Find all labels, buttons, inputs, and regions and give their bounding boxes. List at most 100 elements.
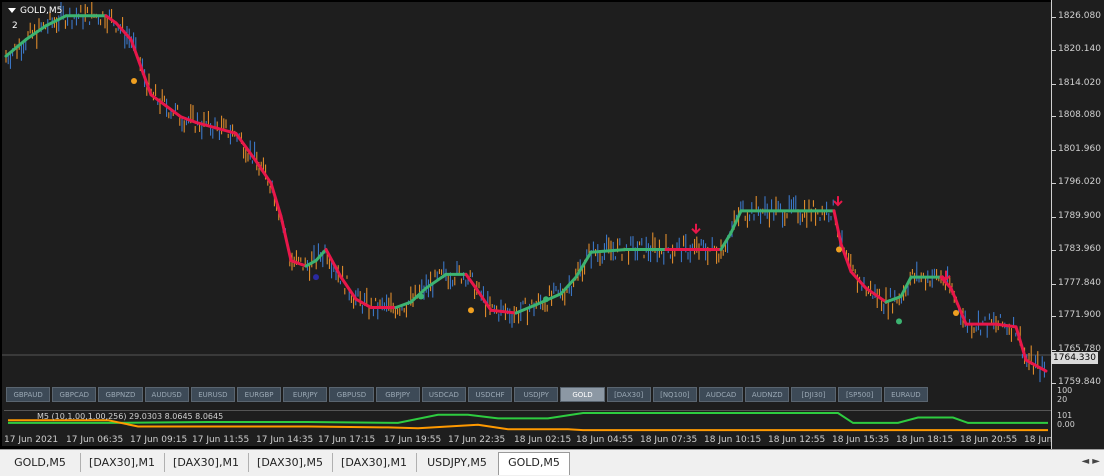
- indicator-scale-label: 20: [1057, 395, 1068, 404]
- price-tick: [1052, 49, 1056, 51]
- price-label: 1777.840: [1058, 277, 1101, 288]
- sell-arrow-icon: [833, 196, 843, 207]
- tab-scroll-arrows-icon[interactable]: ◄ ►: [1081, 456, 1100, 467]
- price-bars: [5, 2, 1045, 383]
- sub-label: 2: [12, 21, 18, 31]
- symbol-button-audcad[interactable]: AUDCAD: [699, 387, 744, 402]
- signal-dot: [543, 296, 549, 303]
- time-label: 17 Jun 22:35: [448, 435, 506, 445]
- price-axis: 1826.080 1820.140 1814.020 1808.080 1801.960…: [1051, 0, 1104, 449]
- downtrend-segment: [994, 322, 1018, 329]
- price-label: 1814.020: [1058, 77, 1101, 88]
- downtrend-segment: [839, 242, 853, 274]
- downtrend-segment: [279, 214, 293, 263]
- time-label: 18 Jun 15:35: [832, 435, 890, 445]
- indicator-scale-label: 100: [1057, 386, 1073, 395]
- symbol-button-gbpusd[interactable]: GBPUSD: [329, 387, 374, 402]
- indicator-label: M5 (10,1.00,1.00,256) 29.0303 8.0645 8.0…: [37, 412, 224, 421]
- current-price-badge: 1764.330: [1051, 352, 1098, 365]
- time-label: 18 Jun 10:15: [704, 435, 762, 445]
- tab-dax30m1[interactable]: [DAX30],M1: [164, 453, 249, 472]
- symbol-button-gbpcad[interactable]: GBPCAD: [52, 387, 97, 402]
- chart-title-text: GOLD,M5: [20, 6, 63, 16]
- tab-usdjpym5[interactable]: USDJPY,M5: [416, 453, 499, 472]
- tab-dax30m1[interactable]: [DAX30],M1: [80, 453, 165, 472]
- price-tick: [1052, 83, 1056, 85]
- price-tick: [1052, 17, 1056, 18]
- symbol-button-nq100[interactable]: [NQ100]: [652, 387, 697, 402]
- signal-dot: [836, 246, 842, 253]
- time-label: 17 Jun 11:55: [192, 435, 250, 445]
- sell-arrow-icon: [691, 223, 701, 235]
- uptrend-segment: [24, 24, 48, 42]
- symbol-button-sp500[interactable]: [SP500]: [837, 387, 882, 402]
- indicator-scale-label: 101: [1057, 411, 1073, 420]
- signal-dot: [131, 77, 137, 84]
- price-label: 1820.140: [1058, 43, 1101, 54]
- signal-marks: [131, 77, 959, 325]
- signal-dot: [468, 307, 474, 314]
- symbol-button-gbpaud[interactable]: GBPAUD: [6, 387, 51, 402]
- time-label: 18 Jun 20:55: [960, 435, 1018, 445]
- chart-window: GOLD,M5 2 GBPAUD GBPCAD GBPNZD AUDUSD EURUSD…: [0, 0, 1104, 449]
- time-label: 17 Jun 19:55: [384, 435, 442, 445]
- time-label: 18 Jun 12:55: [768, 435, 826, 445]
- uptrend-segment: [589, 248, 628, 254]
- price-label: 1796.020: [1058, 177, 1101, 188]
- price-tick: [1052, 350, 1056, 352]
- symbol-button-eurgbp[interactable]: EURGBP: [237, 387, 282, 402]
- uptrend-segment: [44, 14, 68, 28]
- chart-frame[interactable]: GOLD,M5 2 GBPAUD GBPCAD GBPNZD AUDUSD EURUSD…: [2, 2, 1081, 449]
- tab-dax30m5[interactable]: [DAX30],M5: [248, 453, 333, 472]
- symbol-button-audnzd[interactable]: AUDNZD: [745, 387, 790, 402]
- time-label: 17 Jun 14:35: [256, 435, 314, 445]
- price-label: 1801.960: [1058, 144, 1101, 155]
- downtrend-segment: [324, 248, 343, 279]
- time-label: 17 Jun 2021: [4, 435, 59, 445]
- symbol-button-gbpnzd[interactable]: GBPNZD: [98, 387, 143, 402]
- symbol-button-audusd[interactable]: AUDUSD: [144, 387, 189, 402]
- symbol-button-euraud[interactable]: EURAUD: [883, 387, 928, 402]
- signal-dot: [313, 274, 319, 281]
- tab-goldm5[interactable]: GOLD,M5: [0, 453, 81, 472]
- symbol-button-eurjpy[interactable]: EURJPY: [283, 387, 328, 402]
- tab-goldm5[interactable]: GOLD,M5: [498, 452, 570, 475]
- price-tick: [1052, 150, 1056, 152]
- price-label: 1783.960: [1058, 243, 1101, 254]
- signal-dot: [896, 318, 902, 325]
- symbol-button-dax30[interactable]: [DAX30]: [606, 387, 651, 402]
- price-label: 1826.080: [1058, 11, 1101, 21]
- downtrend-segment: [949, 286, 968, 326]
- dropdown-triangle-icon[interactable]: [8, 8, 16, 13]
- price-tick: [1052, 183, 1056, 185]
- price-tick: [1052, 116, 1056, 118]
- symbol-button-gold[interactable]: GOLD: [560, 387, 605, 402]
- uptrend-segment: [719, 231, 733, 252]
- uptrend-segment: [514, 303, 538, 315]
- price-chart[interactable]: [2, 2, 1051, 383]
- trend-line: [4, 14, 1048, 373]
- uptrend-segment: [4, 38, 28, 58]
- symbol-button-usdcad[interactable]: USDCAD: [421, 387, 466, 402]
- time-label: 17 Jun 17:15: [318, 435, 376, 445]
- symbol-button-dji30[interactable]: [DJI30]: [791, 387, 836, 402]
- symbol-buttons-bar: GBPAUD GBPCAD GBPNZD AUDUSD EURUSD EURGBP EURJ…: [6, 387, 1051, 404]
- tab-dax30m1[interactable]: [DAX30],M1: [332, 453, 417, 472]
- time-label: 17 Jun 06:35: [66, 435, 124, 445]
- downtrend-segment: [339, 275, 358, 301]
- downtrend-segment: [354, 297, 373, 310]
- signal-dot: [418, 293, 424, 300]
- price-label: 1771.900: [1058, 310, 1101, 321]
- time-label: 18 Jun 02:15: [514, 435, 572, 445]
- symbol-button-usdchf[interactable]: USDCHF: [468, 387, 513, 402]
- chart-title[interactable]: GOLD,M5: [8, 6, 62, 16]
- time-axis: 17 Jun 2021 17 Jun 06:35 17 Jun 09:15 17 Ju…: [4, 433, 1081, 449]
- downtrend-segment: [832, 209, 843, 246]
- price-label: 1789.900: [1058, 210, 1101, 221]
- symbol-button-eurusd[interactable]: EURUSD: [190, 387, 235, 402]
- signal-dot: [953, 310, 959, 317]
- symbol-button-gbpjpy[interactable]: GBPJPY: [375, 387, 420, 402]
- price-tick: [1052, 316, 1056, 318]
- indicator-scale-label: 0.00: [1057, 420, 1075, 429]
- symbol-button-usdjpy[interactable]: USDJPY: [514, 387, 559, 402]
